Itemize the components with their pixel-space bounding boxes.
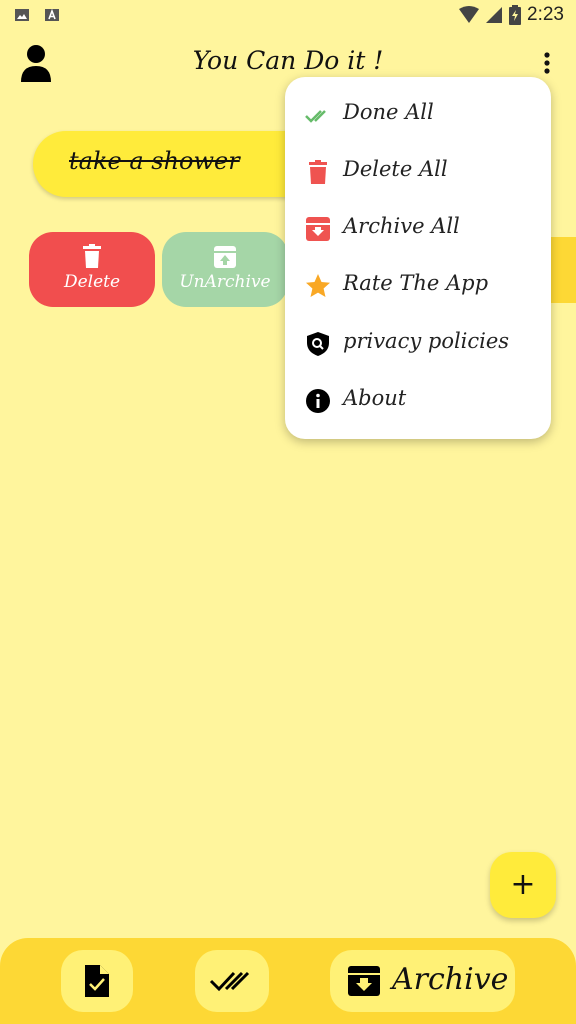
task-card[interactable]: take a shower	[33, 131, 323, 197]
trash-icon	[309, 160, 327, 184]
archive-icon	[348, 966, 380, 996]
task-label: take a shower	[69, 147, 240, 175]
unarchive-icon	[214, 246, 236, 268]
add-task-button[interactable]: +	[490, 852, 556, 918]
info-icon	[306, 389, 330, 413]
nav-tasks-button[interactable]	[61, 950, 133, 1012]
menu-label-privacy-policies: privacy policies	[343, 329, 510, 353]
trash-icon	[83, 244, 101, 268]
overflow-menu: Done All Delete All Archive All Rate The…	[285, 77, 551, 439]
archive-icon	[306, 217, 330, 241]
menu-item-rate-app[interactable]: Rate The App	[285, 261, 551, 309]
double-check-icon	[209, 971, 250, 992]
unarchive-label: UnArchive	[179, 272, 271, 292]
plus-icon: +	[510, 867, 536, 902]
double-check-icon	[305, 110, 326, 123]
delete-label: Delete	[63, 272, 121, 292]
battery-icon	[509, 5, 522, 25]
star-icon	[306, 274, 330, 297]
menu-label-archive-all: Archive All	[343, 214, 460, 238]
nav-archive-label: Archive	[392, 962, 509, 997]
menu-item-archive-all[interactable]: Archive All	[285, 204, 551, 252]
nav-archive-button[interactable]: Archive	[330, 950, 515, 1012]
shield-search-icon	[307, 332, 329, 356]
menu-item-privacy-policies[interactable]: privacy policies	[285, 319, 551, 367]
menu-item-delete-all[interactable]: Delete All	[285, 147, 551, 195]
menu-label-about: About	[343, 386, 407, 410]
status-bar: 2:23	[0, 0, 576, 30]
nav-done-button[interactable]	[195, 950, 269, 1012]
bottom-nav: Archive	[0, 938, 576, 1024]
status-time: 2:23	[527, 4, 564, 25]
delete-button[interactable]: Delete	[29, 232, 155, 307]
task-file-icon	[85, 965, 109, 997]
menu-item-done-all[interactable]: Done All	[285, 90, 551, 138]
menu-label-rate-app: Rate The App	[343, 271, 489, 295]
unarchive-button[interactable]: UnArchive	[162, 232, 288, 307]
menu-label-delete-all: Delete All	[343, 157, 448, 181]
text-notification-icon	[45, 8, 59, 21]
menu-item-about[interactable]: About	[285, 376, 551, 424]
app-title: You Can Do it !	[192, 46, 384, 75]
more-options-icon[interactable]	[536, 48, 558, 78]
menu-label-done-all: Done All	[343, 100, 434, 124]
image-notification-icon	[15, 9, 29, 21]
cell-signal-icon	[486, 7, 503, 23]
wifi-icon	[459, 6, 480, 23]
